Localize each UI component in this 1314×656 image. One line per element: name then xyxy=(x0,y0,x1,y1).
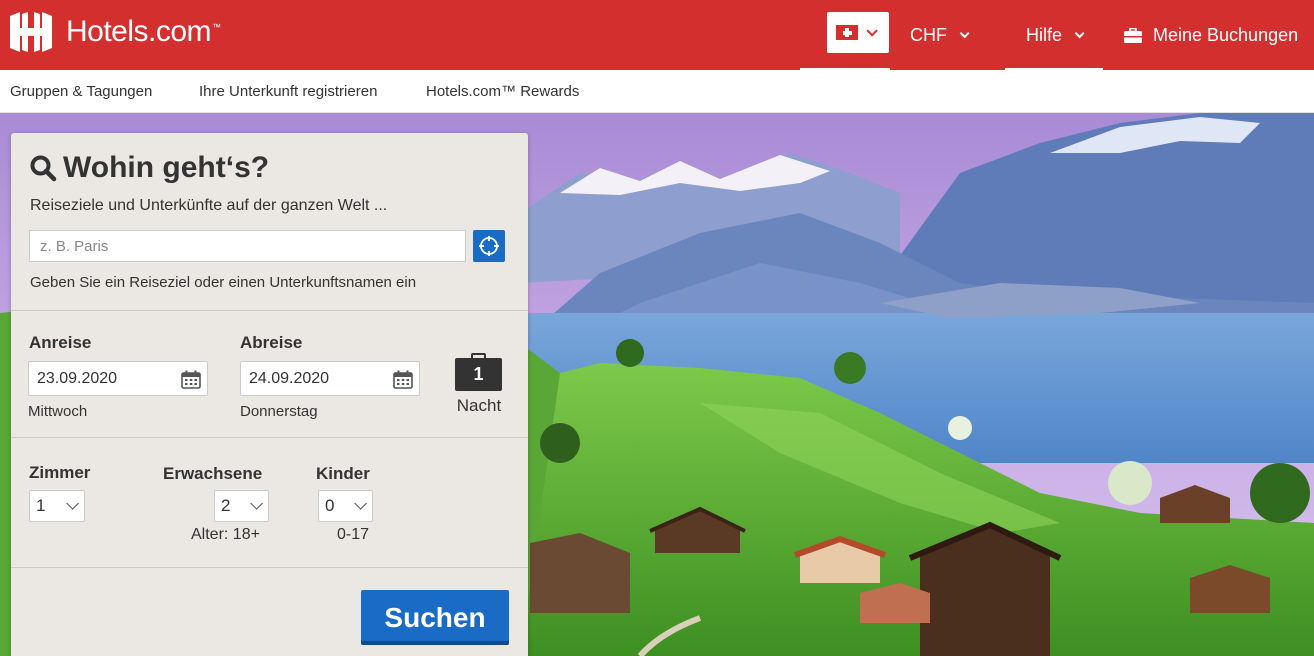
children-select[interactable]: 0 xyxy=(318,490,373,522)
chevron-down-icon xyxy=(959,27,970,38)
swiss-flag-icon xyxy=(836,25,858,40)
rooms-label: Zimmer xyxy=(29,463,91,482)
adults-label: Erwachsene xyxy=(163,464,263,483)
chevron-down-icon xyxy=(866,24,878,37)
chevron-down-icon xyxy=(354,497,367,510)
subnav-rewards-link[interactable]: Hotels.com™ Rewards xyxy=(426,83,579,100)
rooms-value: 1 xyxy=(36,496,46,515)
sub-navigation: Gruppen & Tagungen Ihre Unterkunft regis… xyxy=(0,71,1314,113)
search-submit-button[interactable]: Suchen xyxy=(361,590,509,645)
search-icon xyxy=(30,155,57,182)
chevron-down-icon xyxy=(250,497,263,510)
calendar-icon xyxy=(181,370,201,389)
checkin-weekday: Mittwoch xyxy=(28,403,88,420)
adults-select[interactable]: 2 xyxy=(214,490,269,522)
checkin-date-value: 23.09.2020 xyxy=(37,369,118,387)
checkin-date-field[interactable]: 23.09.2020 xyxy=(28,361,208,396)
search-subtitle: Reiseziele und Unterkünfte auf der ganze… xyxy=(30,197,388,214)
my-bookings-link[interactable]: Meine Buchungen xyxy=(1124,0,1298,70)
suitcase-icon: 1 xyxy=(455,353,502,391)
search-title: Wohin geht‘s? xyxy=(63,151,270,184)
checkout-label: Abreise xyxy=(240,333,303,352)
country-selector[interactable] xyxy=(827,12,889,53)
help-menu[interactable]: Hilfe xyxy=(1026,0,1085,70)
calendar-icon xyxy=(393,370,413,389)
children-label: Kinder xyxy=(316,464,370,483)
locate-button[interactable] xyxy=(473,230,505,262)
currency-label: CHF xyxy=(910,24,947,45)
rooms-select[interactable]: 1 xyxy=(29,490,85,522)
checkout-weekday: Donnerstag xyxy=(240,403,318,420)
adults-age-note: Alter: 18+ xyxy=(191,526,260,543)
my-bookings-label: Meine Buchungen xyxy=(1153,24,1299,45)
nights-label: Nacht xyxy=(456,396,502,415)
help-label: Hilfe xyxy=(1026,24,1063,45)
logo[interactable]: Hotels.com™ xyxy=(8,10,221,54)
children-value: 0 xyxy=(325,496,335,515)
chevron-down-icon xyxy=(66,497,79,510)
search-panel: Wohin geht‘s? Reiseziele und Unterkünfte… xyxy=(11,133,528,656)
destination-hint: Geben Sie ein Reiseziel oder einen Unter… xyxy=(30,274,417,291)
locate-icon xyxy=(479,236,499,256)
subnav-groups-link[interactable]: Gruppen & Tagungen xyxy=(10,83,152,100)
chevron-down-icon xyxy=(1074,27,1085,38)
adults-value: 2 xyxy=(221,496,231,515)
children-age-note: 0-17 xyxy=(337,526,370,543)
hotels-logo-icon xyxy=(10,12,52,52)
checkin-label: Anreise xyxy=(29,333,92,352)
search-title-row: Wohin geht‘s? xyxy=(29,151,269,185)
destination-input[interactable] xyxy=(29,230,466,262)
nights-indicator: 1 Nacht xyxy=(455,353,502,416)
divider xyxy=(11,567,528,568)
currency-selector[interactable]: CHF xyxy=(910,0,970,70)
brand-name: Hotels.com™ xyxy=(66,15,221,48)
subnav-register-property-link[interactable]: Ihre Unterkunft registrieren xyxy=(199,83,377,100)
nights-count: 1 xyxy=(473,364,484,384)
checkout-date-field[interactable]: 24.09.2020 xyxy=(240,361,420,396)
briefcase-icon xyxy=(1124,27,1142,43)
top-header: Hotels.com™ CHF Hilfe Meine Buchungen xyxy=(0,0,1314,70)
divider xyxy=(11,310,528,311)
divider xyxy=(11,437,528,438)
checkout-date-value: 24.09.2020 xyxy=(249,369,330,387)
